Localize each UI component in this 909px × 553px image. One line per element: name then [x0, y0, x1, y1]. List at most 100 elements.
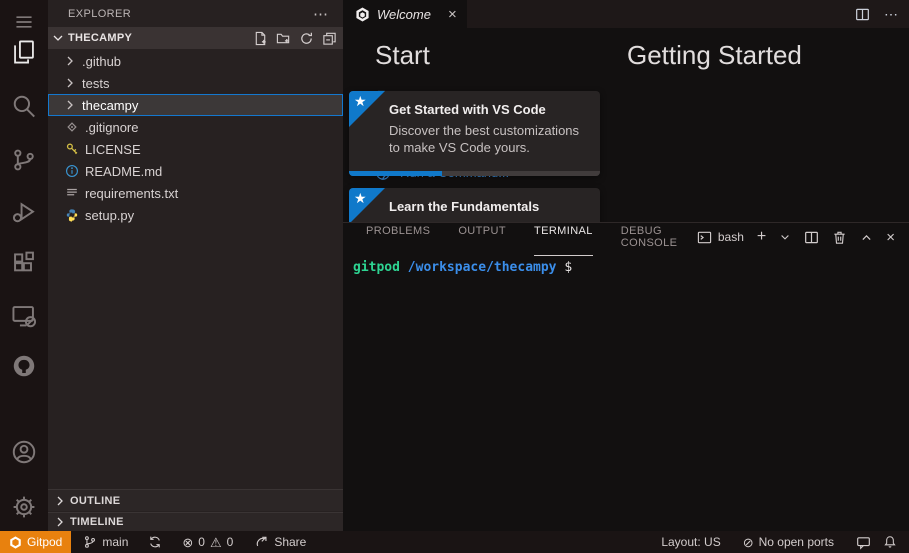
tab-terminal[interactable]: TERMINAL	[534, 218, 593, 256]
more-actions-icon[interactable]: ⋯	[884, 6, 899, 23]
panel-actions: bash + ×	[697, 229, 909, 245]
tree-item-thecampy[interactable]: thecampy	[48, 94, 343, 116]
new-file-icon[interactable]	[253, 31, 268, 46]
chevron-right-icon	[62, 97, 79, 113]
tab-welcome[interactable]: Welcome ×	[343, 0, 467, 28]
chevron-right-icon	[62, 53, 79, 69]
text-file-icon	[65, 186, 82, 200]
kill-terminal-trash-icon[interactable]	[832, 230, 847, 245]
new-terminal-icon[interactable]: +	[757, 229, 766, 245]
search-icon[interactable]	[0, 86, 48, 126]
welcome-page: Start New File... Open File... Open Fold…	[343, 28, 909, 222]
account-icon[interactable]	[0, 432, 48, 472]
split-terminal-icon[interactable]	[804, 230, 819, 245]
ports-status-item[interactable]: ⊘ No open ports	[737, 531, 840, 553]
getting-started-heading: Getting Started	[627, 40, 887, 71]
bell-icon	[883, 535, 897, 549]
run-and-debug-icon[interactable]	[0, 192, 48, 232]
gitpod-status-item[interactable]: Gitpod	[0, 531, 71, 553]
branch-status-item[interactable]: main	[77, 531, 134, 553]
source-control-icon[interactable]	[0, 140, 48, 180]
python-file-icon	[65, 208, 82, 222]
tree-item-tests[interactable]: tests	[48, 72, 343, 94]
gitpod-logo-icon	[9, 536, 22, 549]
chevron-down-icon[interactable]	[779, 231, 791, 243]
card-get-started[interactable]: ★ Get Started with VS Code Discover the …	[349, 91, 600, 176]
getting-started-section: Getting Started	[627, 40, 887, 71]
editor-group: Welcome × ⋯ Start New File... Open F	[343, 0, 909, 222]
sidebar-explorer: EXPLORER ⋯ THECAMPY .github tests	[48, 0, 343, 531]
editor-actions: ⋯	[855, 0, 899, 28]
star-icon: ★	[354, 190, 367, 207]
card-progress-fill	[349, 171, 442, 176]
sync-status-item[interactable]	[142, 531, 168, 553]
collapse-all-icon[interactable]	[322, 31, 337, 46]
start-heading: Start	[375, 40, 625, 71]
terminal-icon	[697, 230, 712, 245]
tab-output[interactable]: OUTPUT	[458, 218, 506, 256]
section-header-timeline[interactable]: TIMELINE	[48, 512, 343, 531]
tree-item-license[interactable]: LICENSE	[48, 138, 343, 160]
section-header-thecampy[interactable]: THECAMPY	[48, 27, 343, 49]
chevron-right-icon	[52, 493, 68, 509]
chevron-right-icon	[52, 514, 68, 530]
section-header-outline[interactable]: OUTLINE	[48, 489, 343, 511]
git-file-icon	[65, 120, 82, 134]
chevron-right-icon	[62, 75, 79, 91]
warning-icon: ⚠	[210, 536, 222, 549]
tab-debug-console[interactable]: DEBUG CONSOLE	[621, 218, 697, 256]
explorer-icon[interactable]	[0, 32, 48, 72]
prompt-user: gitpod	[353, 260, 400, 275]
split-editor-icon[interactable]	[855, 7, 870, 22]
chevron-down-icon	[50, 30, 66, 46]
error-icon: ⊗	[182, 536, 193, 549]
problems-status-item[interactable]: ⊗ 0 ⚠ 0	[176, 531, 239, 553]
close-panel-icon[interactable]: ×	[886, 230, 895, 245]
file-tree: .github tests thecampy .gitignore LICENS…	[48, 50, 343, 226]
share-status-item[interactable]: Share	[249, 531, 312, 553]
prompt-path: /workspace/thecampy	[408, 260, 557, 275]
tab-close-icon[interactable]: ×	[448, 7, 457, 22]
notifications-item[interactable]	[877, 531, 903, 553]
feedback-item[interactable]	[850, 531, 877, 553]
section-actions	[253, 31, 337, 46]
tree-item-requirements[interactable]: requirements.txt	[48, 182, 343, 204]
sidebar-header: EXPLORER ⋯	[48, 0, 343, 27]
tab-label: Welcome	[377, 7, 431, 22]
card-learn-fundamentals[interactable]: ★ Learn the Fundamentals Jump right into…	[349, 188, 600, 222]
circle-slash-icon: ⊘	[743, 536, 754, 549]
keyboard-layout-item[interactable]: Layout: US	[655, 531, 726, 553]
extensions-icon[interactable]	[0, 244, 48, 284]
tab-problems[interactable]: PROBLEMS	[366, 218, 430, 256]
live-share-icon	[255, 535, 269, 549]
remote-explorer-icon[interactable]	[0, 296, 48, 336]
bottom-panel: PROBLEMS OUTPUT TERMINAL DEBUG CONSOLE b…	[343, 222, 909, 531]
github-icon[interactable]	[0, 346, 48, 386]
tree-item-gitignore[interactable]: .gitignore	[48, 116, 343, 138]
status-bar-right: Layout: US ⊘ No open ports	[655, 531, 909, 553]
prompt-symbol: $	[564, 260, 572, 275]
section-label: THECAMPY	[68, 32, 132, 44]
maximize-panel-icon[interactable]	[860, 231, 873, 244]
sync-icon	[148, 535, 162, 549]
feedback-icon	[856, 535, 871, 550]
activity-bar	[0, 0, 48, 531]
tree-item-readme[interactable]: README.md	[48, 160, 343, 182]
gitpod-tab-icon	[355, 7, 370, 22]
vscode-window: EXPLORER ⋯ THECAMPY .github tests	[0, 0, 909, 553]
refresh-icon[interactable]	[299, 31, 314, 46]
terminal-viewport[interactable]: gitpod /workspace/thecampy $	[343, 251, 909, 521]
panel-tabs: PROBLEMS OUTPUT TERMINAL DEBUG CONSOLE	[366, 218, 697, 256]
settings-gear-icon[interactable]	[0, 487, 48, 527]
tab-bar: Welcome × ⋯	[343, 0, 909, 28]
more-actions-icon[interactable]: ⋯	[313, 5, 329, 23]
panel-header: PROBLEMS OUTPUT TERMINAL DEBUG CONSOLE b…	[343, 223, 909, 251]
star-icon: ★	[354, 93, 367, 110]
new-folder-icon[interactable]	[276, 31, 291, 46]
shell-selector[interactable]: bash	[697, 230, 744, 245]
git-branch-icon	[83, 535, 97, 549]
info-file-icon	[65, 164, 82, 178]
tree-item-github[interactable]: .github	[48, 50, 343, 72]
tree-item-setup-py[interactable]: setup.py	[48, 204, 343, 226]
license-key-icon	[65, 142, 82, 156]
